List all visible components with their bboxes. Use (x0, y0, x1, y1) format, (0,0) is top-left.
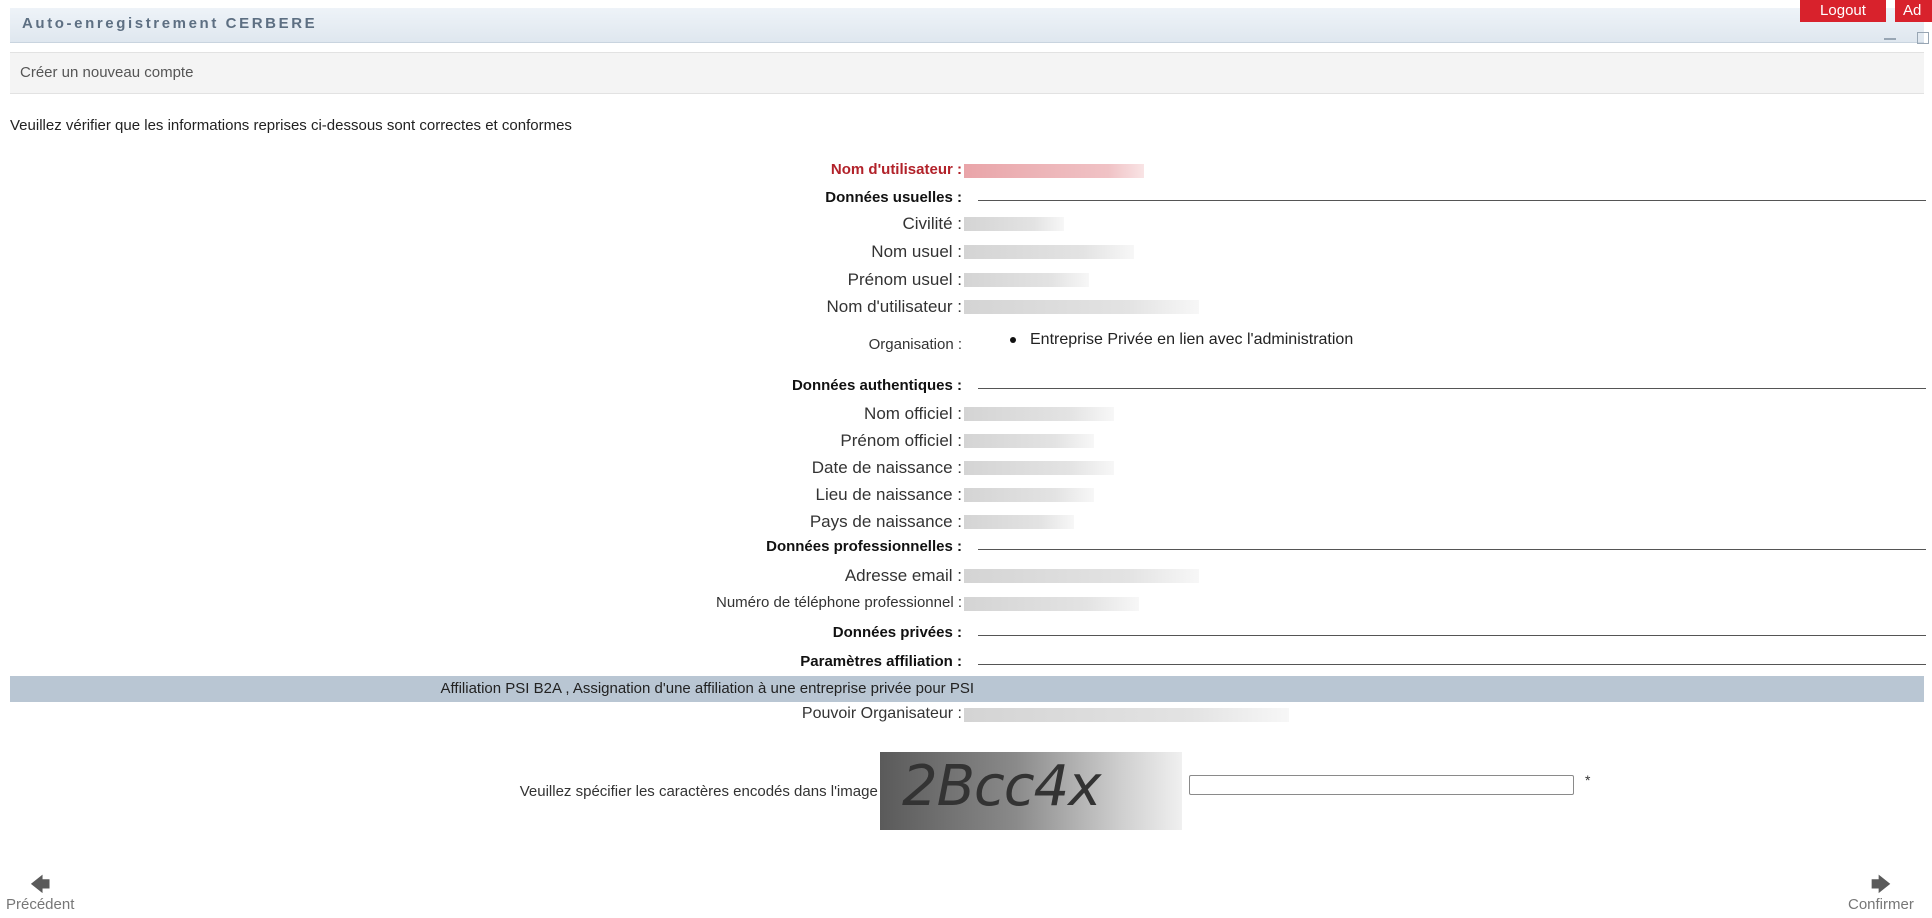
field-row: Adresse email : (0, 566, 1932, 592)
section-divider (978, 388, 1926, 389)
field-value-redacted (964, 217, 1064, 231)
maximize-icon[interactable] (1917, 32, 1929, 44)
field-value-redacted (964, 597, 1139, 611)
section-private: Données privées : (0, 624, 1932, 650)
section-divider (978, 664, 1926, 665)
field-value-redacted (964, 273, 1089, 287)
field-row: Civilité : (0, 214, 1932, 240)
username-row: Nom d'utilisateur : (0, 161, 1932, 187)
captcha-input[interactable] (1189, 775, 1574, 795)
field-row: Pays de naissance : (0, 512, 1932, 538)
bullet-icon (1010, 336, 1016, 343)
confirm-button[interactable]: 🡆 Confirmer (1848, 874, 1914, 913)
confirm-label: Confirmer (1848, 896, 1914, 913)
field-value-redacted (964, 245, 1134, 259)
field-row: Prénom usuel : (0, 270, 1932, 296)
organisation-item-text: Entreprise Privée en lien avec l'adminis… (1030, 331, 1354, 348)
field-label: Date de naissance : (811, 458, 962, 477)
field-value-redacted (964, 461, 1114, 475)
affiliation-bar-text: Affiliation PSI B2A , Assignation d'une … (440, 680, 974, 697)
field-label: Prénom officiel : (840, 431, 962, 450)
field-row: Nom officiel : (0, 404, 1932, 430)
field-label: Civilité : (902, 214, 962, 233)
field-value-redacted (964, 515, 1074, 529)
section-private-label: Données privées : (832, 624, 962, 641)
field-row: Nom d'utilisateur : (0, 297, 1932, 323)
section-divider (978, 200, 1926, 201)
affiliation-bar: Affiliation PSI B2A , Assignation d'une … (10, 676, 1924, 702)
field-row: Date de naissance : (0, 458, 1932, 484)
field-value-redacted (964, 434, 1094, 448)
logout-button[interactable]: Logout (1800, 0, 1886, 22)
previous-label: Précédent (6, 896, 75, 913)
section-professional: Données professionnelles : (0, 538, 1932, 564)
pouvoir-row: Pouvoir Organisateur : (0, 705, 1932, 731)
section-divider (978, 635, 1926, 636)
pouvoir-value-redacted (964, 708, 1289, 722)
app-title: Auto-enregistrement CERBERE (22, 15, 318, 32)
previous-button[interactable]: 🡄 Précédent (6, 874, 75, 913)
required-marker: * (1585, 772, 1591, 788)
field-label: Nom officiel : (864, 404, 962, 423)
header-red-button[interactable]: Ad (1895, 0, 1932, 22)
username-label: Nom d'utilisateur : (830, 161, 962, 178)
section-professional-label: Données professionnelles : (766, 538, 962, 555)
field-label: Numéro de téléphone professionnel : (716, 594, 962, 611)
section-affiliation-label: Paramètres affiliation : (800, 653, 962, 670)
field-label: Nom d'utilisateur : (826, 297, 962, 316)
field-label: Pays de naissance : (809, 512, 962, 531)
username-value-redacted (964, 164, 1144, 178)
field-label: Adresse email : (844, 566, 962, 585)
organisation-item: Entreprise Privée en lien avec l'adminis… (1010, 331, 1353, 349)
captcha-code-text: 2Bcc4x (902, 754, 1101, 819)
arrow-right-icon: 🡆 (1870, 874, 1892, 896)
field-label: Nom usuel : (871, 242, 962, 261)
field-value-redacted (964, 488, 1094, 502)
arrow-left-icon: 🡄 (29, 874, 51, 896)
field-row: Lieu de naissance : (0, 485, 1932, 511)
captcha-image: 2Bcc4x (880, 752, 1182, 830)
intro-text: Veuillez vérifier que les informations r… (10, 117, 572, 134)
section-authentic: Données authentiques : (0, 377, 1932, 403)
section-usual: Données usuelles : (0, 189, 1932, 215)
field-label: Prénom usuel : (847, 270, 962, 289)
field-label: Lieu de naissance : (815, 485, 963, 504)
section-divider (978, 549, 1926, 550)
section-usual-label: Données usuelles : (825, 189, 962, 206)
minimize-icon[interactable] (1884, 38, 1896, 40)
field-row: Numéro de téléphone professionnel : (0, 594, 1932, 620)
field-value-redacted (964, 407, 1114, 421)
field-row: Nom usuel : (0, 242, 1932, 268)
app-header: Auto-enregistrement CERBERE (10, 8, 1929, 44)
field-value-redacted (964, 569, 1199, 583)
organisation-label: Organisation : (868, 336, 962, 353)
organisation-row: Organisation : Entreprise Privée en lien… (0, 331, 1932, 362)
page: Auto-enregistrement CERBERE Logout Ad Cr… (0, 0, 1932, 918)
field-row: Prénom officiel : (0, 431, 1932, 457)
field-value-redacted (964, 300, 1199, 314)
page-title: Créer un nouveau compte (20, 64, 194, 81)
page-subheader: Créer un nouveau compte (10, 52, 1924, 94)
pouvoir-label: Pouvoir Organisateur : (801, 705, 962, 722)
section-authentic-label: Données authentiques : (791, 377, 962, 394)
